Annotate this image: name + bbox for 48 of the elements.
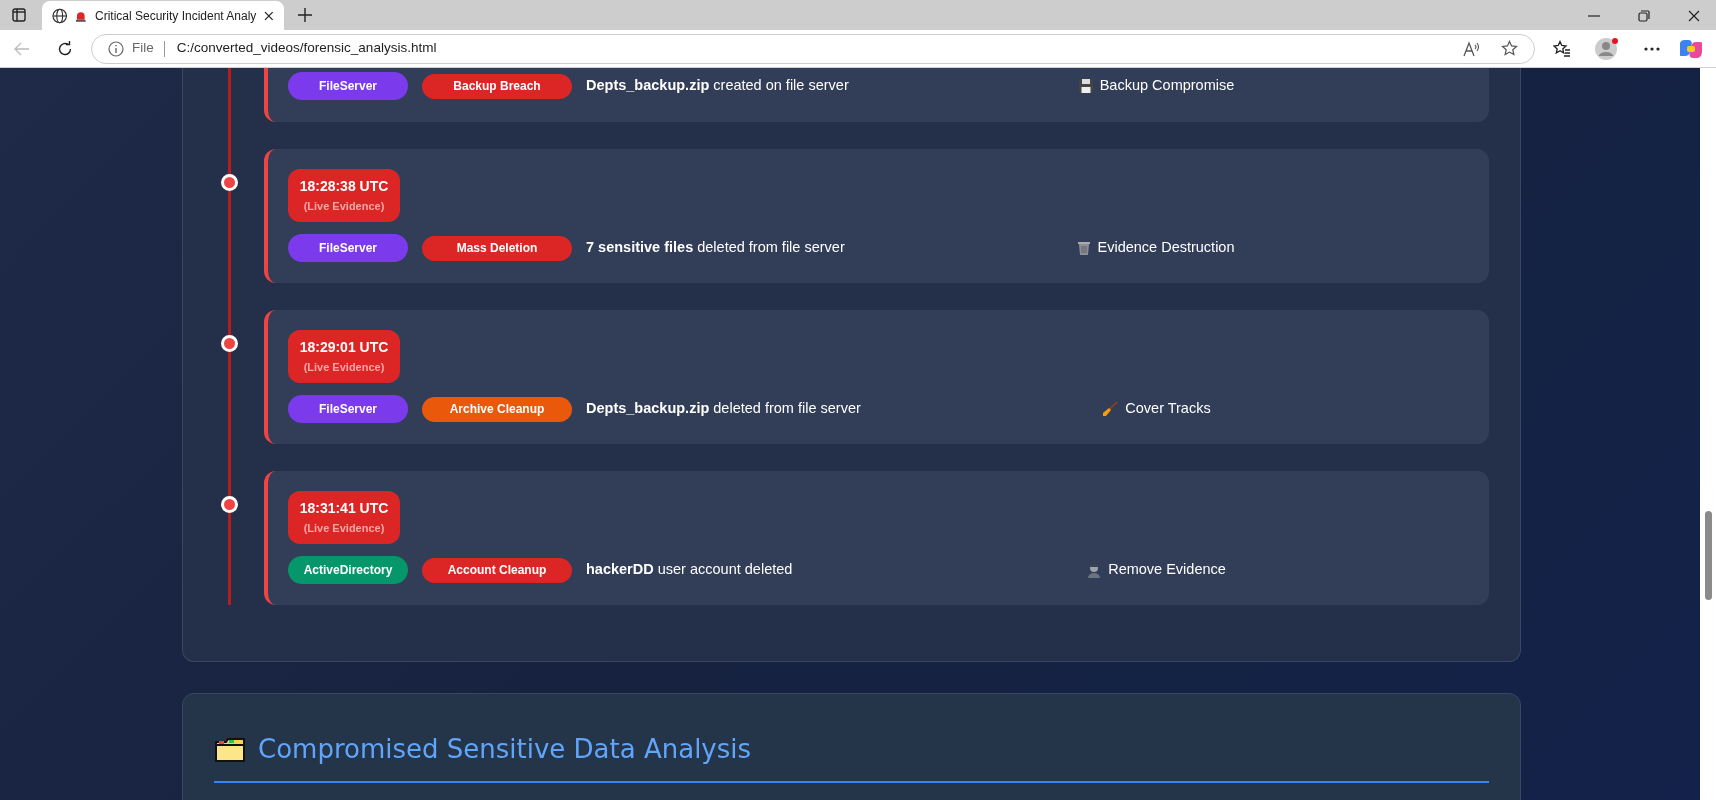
copilot-icon[interactable] bbox=[1680, 37, 1702, 60]
source-tag: FileServer bbox=[288, 72, 408, 100]
event-description: 7 sensitive files deleted from file server bbox=[586, 238, 845, 258]
impact-label: Cover Tracks bbox=[1125, 399, 1211, 419]
favorites-icon[interactable] bbox=[1553, 40, 1571, 57]
event-time: 18:31:41 UTC bbox=[299, 499, 389, 517]
category-tag: Mass Deletion bbox=[422, 235, 572, 261]
impact-label: Backup Compromise bbox=[1099, 76, 1235, 96]
profile-icon[interactable] bbox=[1595, 36, 1619, 61]
new-tab-icon[interactable] bbox=[298, 8, 312, 22]
impact-label: Evidence Destruction bbox=[1097, 238, 1235, 258]
scrollbar-thumb[interactable] bbox=[1705, 511, 1712, 600]
event-time: 18:28:38 UTC bbox=[299, 177, 389, 195]
source-tag: FileServer bbox=[288, 234, 408, 262]
source-tag: ActiveDirectory bbox=[288, 556, 408, 584]
tab-title: Critical Security Incident Analy bbox=[94, 7, 257, 25]
globe-icon bbox=[52, 7, 68, 24]
read-aloud-icon[interactable] bbox=[1463, 40, 1481, 57]
evidence-note: (Live Evidence) bbox=[303, 360, 385, 375]
person-icon bbox=[1086, 562, 1103, 578]
event-description: hackerDD user account deleted bbox=[586, 560, 793, 580]
siren-icon bbox=[75, 9, 87, 22]
category-tag: Backup Breach bbox=[422, 73, 572, 99]
category-tag: Account Cleanup bbox=[422, 557, 572, 583]
browser-tab[interactable]: Critical Security Incident Analy bbox=[42, 1, 284, 30]
folder-icon bbox=[214, 736, 246, 763]
event-time: 18:29:01 UTC bbox=[299, 338, 389, 356]
address-bar[interactable]: File C:/converted_videos/forensic_analysis.html bbox=[91, 33, 1535, 64]
impact-label: Remove Evidence bbox=[1108, 560, 1226, 580]
section-heading: Compromised Sensitive Data Analysis bbox=[258, 733, 752, 766]
trash-can-icon bbox=[1077, 240, 1092, 256]
category-tag: Archive Cleanup bbox=[422, 396, 572, 422]
address-scheme: File bbox=[132, 39, 154, 58]
event-description: Depts_backup.zip deleted from file server bbox=[586, 399, 861, 419]
evidence-note: (Live Evidence) bbox=[303, 199, 385, 214]
restore-icon[interactable] bbox=[1638, 10, 1650, 22]
evidence-note: (Live Evidence) bbox=[303, 521, 385, 536]
close-icon[interactable] bbox=[264, 10, 274, 21]
info-icon bbox=[108, 40, 124, 57]
more-icon[interactable] bbox=[1644, 46, 1660, 51]
close-window-icon[interactable] bbox=[1688, 10, 1700, 22]
broom-icon bbox=[1101, 400, 1120, 418]
address-text: C:/converted_videos/forensic_analysis.html bbox=[176, 39, 437, 58]
event-description: Depts_backup.zip created on file server bbox=[586, 76, 849, 96]
star-icon[interactable] bbox=[1501, 40, 1518, 57]
refresh-icon[interactable] bbox=[57, 40, 73, 57]
sidebar-toggle-icon[interactable] bbox=[12, 8, 26, 22]
source-tag: FileServer bbox=[288, 395, 408, 423]
